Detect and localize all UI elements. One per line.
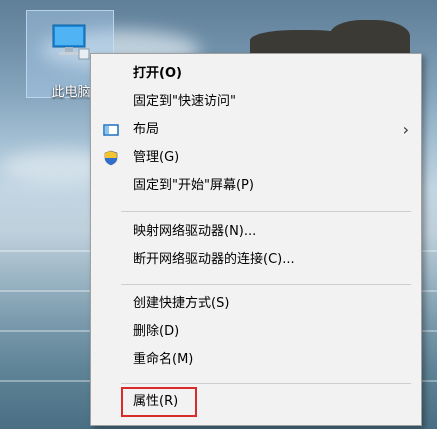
menu-item-rename[interactable]: 重命名(M) [91,346,421,374]
menu-item-label: 删除(D) [133,324,180,339]
rock-formation [330,20,410,56]
menu-item-open[interactable]: 打开(O) [91,60,421,88]
menu-item-label: 创建快捷方式(S) [133,296,230,311]
menu-item-disconnect-network-drive[interactable]: 断开网络驱动器的连接(C)... [91,246,421,274]
menu-item-layout[interactable]: 布局 › [91,116,421,144]
menu-item-label: 断开网络驱动器的连接(C)... [133,252,295,267]
menu-item-label: 固定到"开始"屏幕(P) [133,178,254,193]
menu-separator [121,284,411,285]
menu-item-delete[interactable]: 删除(D) [91,318,421,346]
properties-highlight-box [121,387,197,417]
context-menu: 打开(O) 固定到"快速访问" 布局 › 管理(G) 固定到"开始"屏幕(P) … [90,53,422,426]
menu-item-label: 映射网络驱动器(N)... [133,224,257,239]
menu-separator [121,383,411,384]
menu-item-label: 打开(O) [133,66,182,81]
computer-monitor-icon [52,24,90,60]
menu-item-pin-quick-access[interactable]: 固定到"快速访问" [91,88,421,116]
submenu-arrow-icon: › [402,120,409,139]
menu-item-map-network-drive[interactable]: 映射网络驱动器(N)... [91,218,421,246]
menu-item-label: 管理(G) [133,150,180,165]
menu-item-manage[interactable]: 管理(G) [91,144,421,172]
menu-separator [121,211,411,212]
menu-item-label: 重命名(M) [133,352,194,367]
layout-icon [103,124,119,136]
menu-item-create-shortcut[interactable]: 创建快捷方式(S) [91,290,421,318]
uac-shield-icon [104,150,118,166]
menu-item-pin-start[interactable]: 固定到"开始"屏幕(P) [91,172,421,200]
menu-item-label: 固定到"快速访问" [133,94,236,109]
menu-item-label: 布局 [133,122,160,137]
